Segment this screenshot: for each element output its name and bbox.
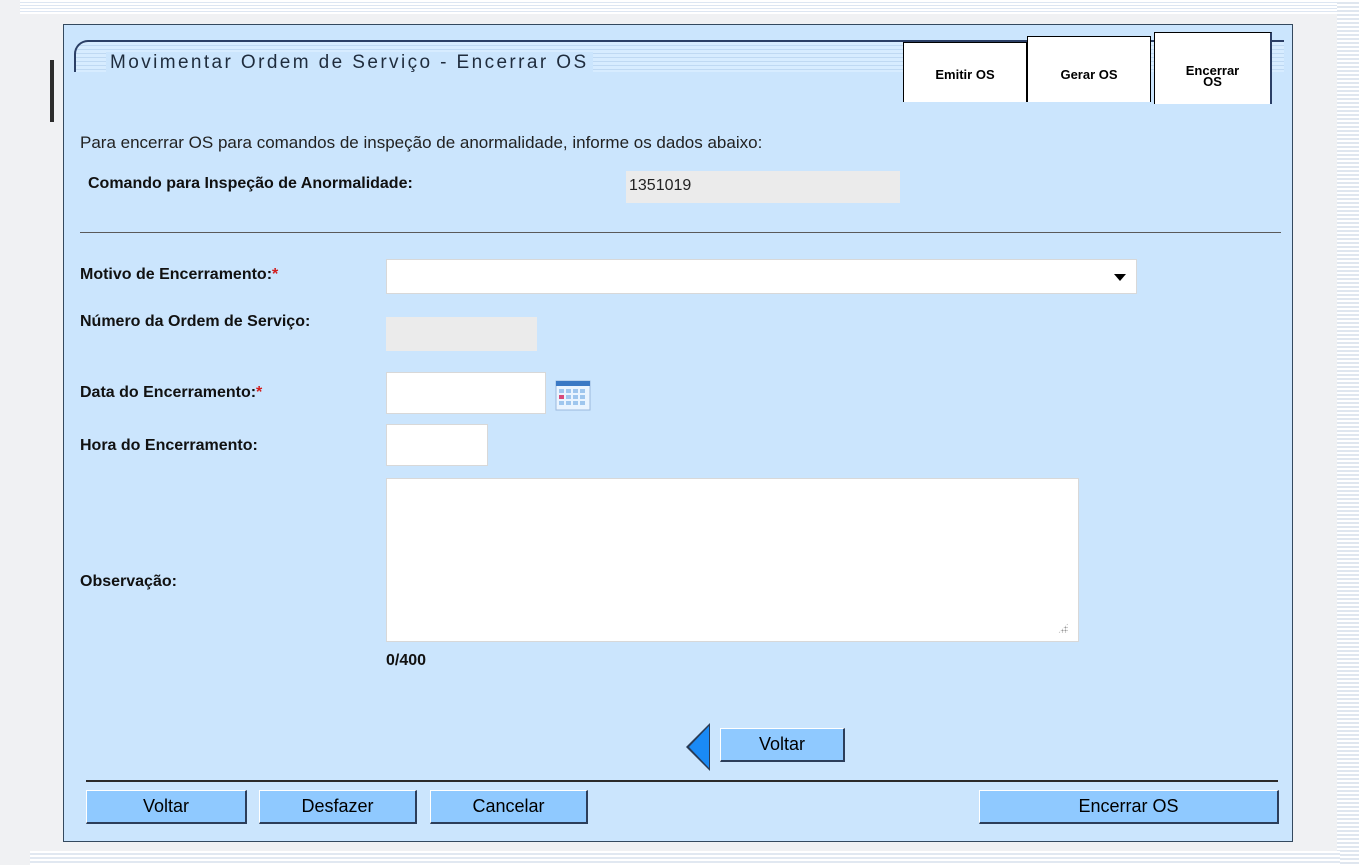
left-edge-bar — [50, 60, 54, 122]
voltar-mid-button[interactable]: Voltar — [720, 728, 845, 762]
hora-input[interactable] — [386, 424, 488, 466]
chevron-down-icon — [1114, 274, 1126, 281]
right-stripe — [1337, 0, 1359, 865]
numero-field — [386, 317, 537, 351]
required-marker: * — [256, 384, 263, 401]
tab-encerrar-os-text: Encerrar OS — [1185, 63, 1240, 89]
data-label-text: Data do Encerramento: — [80, 384, 257, 401]
resize-grip-icon[interactable] — [1058, 623, 1068, 633]
encerrar-os-button[interactable]: Encerrar OS — [979, 790, 1279, 824]
data-label: Data do Encerramento:* — [80, 384, 262, 402]
calendar-icon[interactable] — [555, 380, 591, 411]
comando-label: Comando para Inspeção de Anormalidade: — [88, 175, 413, 192]
voltar-button[interactable]: Voltar — [86, 790, 247, 824]
numero-label-text: Número da Ordem de Serviço: — [80, 313, 311, 330]
character-counter: 0/400 — [386, 652, 427, 669]
required-marker: * — [272, 266, 279, 283]
tab-encerrar-os[interactable]: Encerrar OS — [1154, 32, 1272, 104]
data-input[interactable] — [386, 372, 546, 414]
observacao-textarea[interactable] — [386, 478, 1079, 642]
bottom-stripe — [30, 851, 1340, 865]
bottom-divider — [86, 780, 1278, 782]
top-stripe — [20, 0, 1340, 14]
tab-gerar-os-label: Gerar OS — [1060, 67, 1118, 82]
desfazer-button[interactable]: Desfazer — [259, 790, 417, 824]
cancelar-button[interactable]: Cancelar — [430, 790, 588, 824]
page-title: Movimentar Ordem de Serviço - Encerrar O… — [106, 52, 593, 74]
tab-gerar-os[interactable]: Gerar OS — [1027, 36, 1151, 102]
tab-encerrar-os-label: Encerrar OS — [1155, 63, 1270, 89]
motivo-label: Motivo de Encerramento:* — [80, 266, 278, 284]
motivo-select[interactable] — [386, 259, 1137, 294]
back-arrow-icon[interactable] — [689, 726, 709, 768]
motivo-label-text: Motivo de Encerramento: — [80, 266, 273, 283]
tab-emitir-os[interactable]: Emitir OS — [903, 42, 1027, 102]
numero-label: Número da Ordem de Serviço: — [80, 311, 360, 333]
hora-label: Hora do Encerramento: — [80, 437, 258, 454]
divider — [80, 232, 1281, 233]
comando-value: 1351019 — [626, 171, 900, 203]
intro-text: Para encerrar OS para comandos de inspeç… — [80, 133, 763, 152]
tab-emitir-os-label: Emitir OS — [935, 67, 995, 82]
observacao-label: Observação: — [80, 573, 177, 590]
